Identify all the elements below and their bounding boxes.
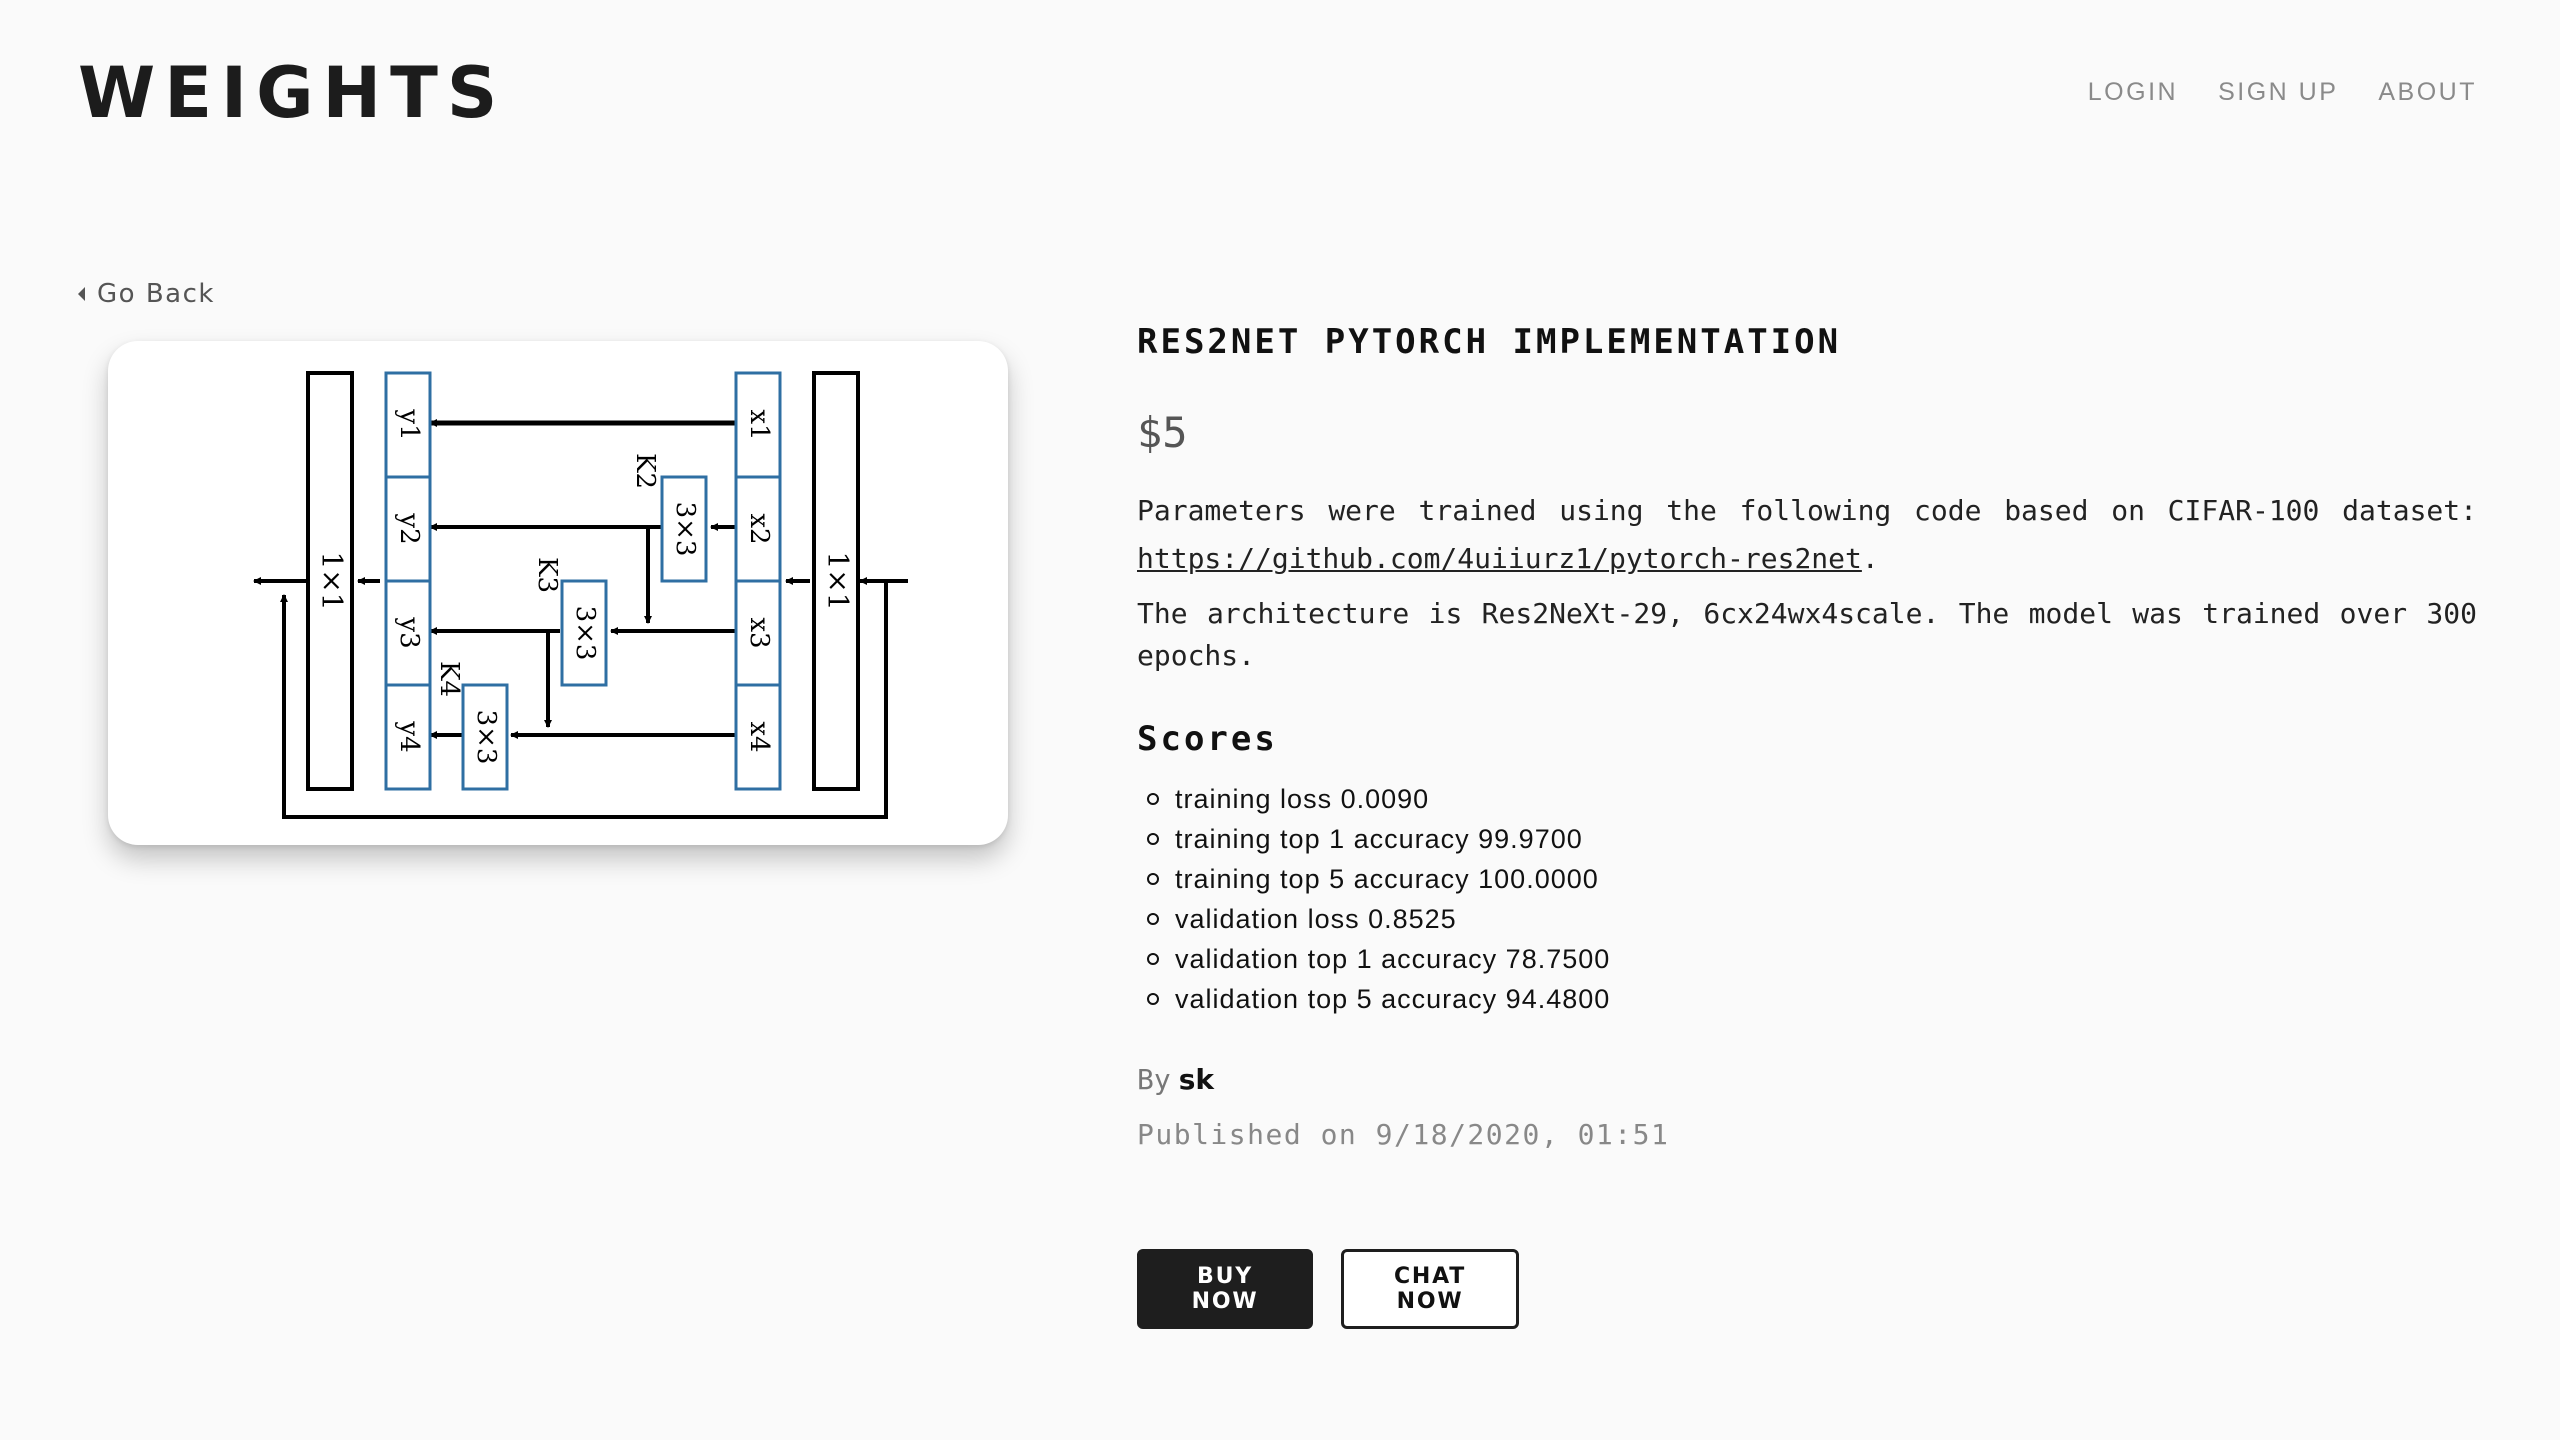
k3-conv-label: 3×3 (570, 606, 600, 661)
k4-conv-label: 3×3 (471, 710, 501, 765)
score-item: validation top 5 accuracy 94.4800 (1137, 979, 2477, 1019)
y2-label: y2 (394, 512, 424, 544)
score-item: training top 1 accuracy 99.9700 (1137, 819, 2477, 859)
res2net-block-diagram: 1×1 1×1 y1 y2 y3 y4 x1 x2 x3 x4 3×3 3×3 … (253, 371, 908, 819)
model-image-card: 1×1 1×1 y1 y2 y3 y4 x1 x2 x3 x4 3×3 3×3 … (108, 341, 1008, 845)
score-item: validation loss 0.8525 (1137, 899, 2477, 939)
nav-about-link[interactable]: ABOUT (2378, 78, 2477, 107)
product-price: $5 (1137, 408, 1188, 457)
product-description: Parameters were trained using the follow… (1137, 487, 2477, 583)
product-title: RES2NET PYTORCH IMPLEMENTATION (1137, 322, 1842, 362)
score-item: validation top 1 accuracy 78.7500 (1137, 939, 2477, 979)
caret-left-icon (78, 287, 85, 301)
y1-label: y1 (394, 408, 424, 440)
author-name[interactable]: sk (1179, 1063, 1214, 1096)
x2-label: x2 (744, 513, 774, 544)
architecture-description: The architecture is Res2NeXt-29, 6cx24wx… (1137, 597, 2477, 672)
score-item: training loss 0.0090 (1137, 779, 2477, 819)
x1-label: x1 (744, 409, 774, 440)
k2-conv-label: 3×3 (670, 502, 700, 557)
nav-login-link[interactable]: LOGIN (2088, 78, 2178, 107)
k3-label: K3 (532, 557, 562, 593)
action-buttons: BUY NOW CHAT NOW (1137, 1249, 2477, 1329)
y3-label: y3 (394, 616, 424, 648)
chat-now-button[interactable]: CHAT NOW (1341, 1249, 1519, 1329)
published-date: Published on 9/18/2020, 01:51 (1137, 1118, 1670, 1151)
buy-now-button[interactable]: BUY NOW (1137, 1249, 1313, 1329)
byline: By sk (1137, 1063, 2477, 1096)
scores-heading: Scores (1137, 719, 1278, 759)
x4-label: x4 (744, 721, 774, 752)
pointwise-label-right: 1×1 (822, 551, 855, 610)
x3-label: x3 (744, 617, 774, 648)
k4-label: K4 (434, 661, 464, 697)
by-label: By (1137, 1063, 1171, 1096)
site-logo[interactable]: WEIGHTS (78, 52, 506, 134)
description-period: . (1861, 542, 1879, 575)
scores-list: training loss 0.0090 training top 1 accu… (1137, 779, 2477, 1019)
y4-label: y4 (394, 720, 424, 752)
product-details: RES2NET PYTORCH IMPLEMENTATION $5 Parame… (1137, 322, 2477, 1329)
top-nav: LOGIN SIGN UP ABOUT (2088, 78, 2477, 107)
github-link[interactable]: https://github.com/4uiiurz1/pytorch-res2… (1137, 542, 1862, 575)
nav-signup-link[interactable]: SIGN UP (2218, 78, 2338, 107)
pointwise-label-left: 1×1 (316, 551, 349, 610)
go-back-label: Go Back (97, 279, 215, 309)
description-text: Parameters were trained using the follow… (1137, 494, 2477, 527)
score-item: training top 5 accuracy 100.0000 (1137, 859, 2477, 899)
k2-label: K2 (630, 453, 660, 489)
go-back-link[interactable]: Go Back (78, 279, 215, 309)
